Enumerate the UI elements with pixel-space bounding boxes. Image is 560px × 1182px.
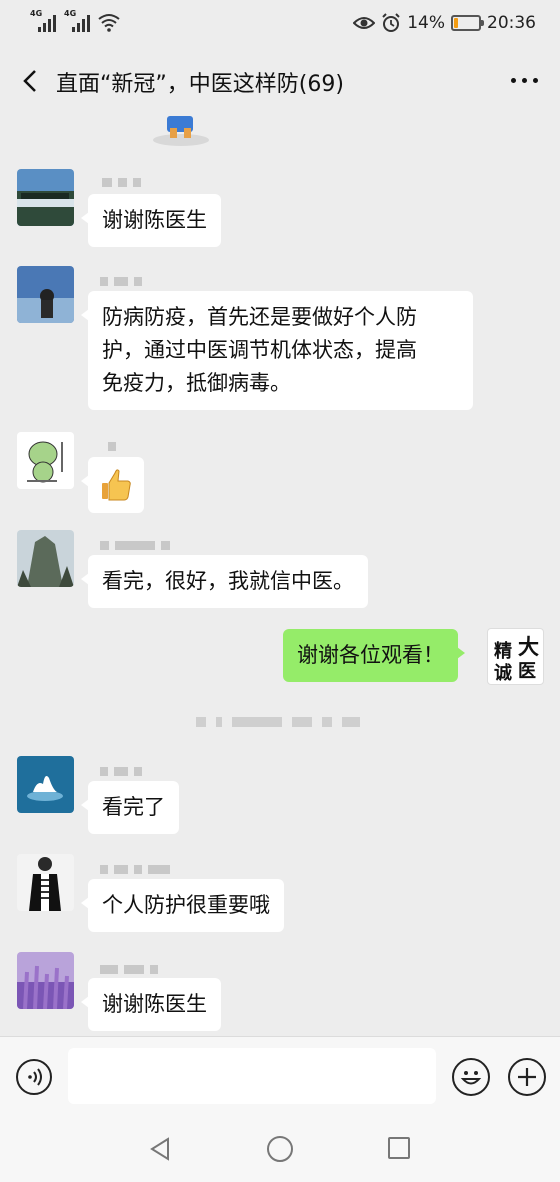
my-avatar[interactable]: 大 医 精 诚 [487,628,544,685]
avatar[interactable] [17,169,74,226]
message-list[interactable]: 谢谢陈医生 防病防疫，首先还是要做好个人防 护，通过中医调节机体状态，提高 免疫… [0,114,560,1036]
thumbs-up-icon [102,469,131,501]
signal-icon: 4G [64,9,90,32]
avatar[interactable] [17,854,74,911]
sender-name-blurred [108,441,116,451]
battery-icon [451,15,484,31]
my-avatar-char: 医 [518,661,536,682]
message-bubble[interactable] [81,457,144,513]
battery-fill [454,18,458,28]
my-message-bubble[interactable]: 谢谢各位观看！ [283,629,465,682]
chat-title: 直面“新冠”，中医这样防(69) [56,72,344,97]
voice-icon[interactable] [16,1059,52,1095]
wifi-icon [98,14,120,32]
system-nav-bar [0,1116,560,1182]
nav-home-icon[interactable] [267,1136,293,1162]
status-right: 14% 20:36 [353,13,536,33]
message-bubble[interactable]: 防病防疫，首先还是要做好个人防 护，通过中医调节机体状态，提高 免疫力，抵御病毒… [81,291,473,410]
sender-name-blurred [102,177,141,187]
sender-name-blurred [100,864,170,874]
sender-name-blurred [100,964,158,974]
chat-header: 直面“新冠”，中医这样防(69) [0,48,560,114]
avatar[interactable] [17,756,74,813]
nav-recent-icon[interactable] [388,1137,410,1159]
nav-back-icon[interactable] [148,1136,174,1162]
message-bubble[interactable]: 看完，很好，我就信中医。 [81,555,368,608]
clock: 20:36 [487,13,536,33]
sender-name-blurred [100,540,170,550]
sender-name-blurred [100,766,142,776]
sender-name-blurred [100,276,142,286]
avatar[interactable] [17,952,74,1009]
avatar[interactable] [17,432,74,489]
my-avatar-char: 诚 [494,663,512,684]
message-bubble[interactable]: 个人防护很重要哦 [81,879,284,932]
chevron-left-icon[interactable] [16,66,46,96]
status-left: 4G 4G [30,9,120,32]
message-bubble[interactable]: 谢谢陈医生 [81,194,221,247]
sticker-image [153,116,209,146]
avatar[interactable] [17,530,74,587]
battery-percent: 14% [407,13,445,33]
message-bubble[interactable]: 谢谢陈医生 [81,978,221,1031]
more-dots-icon[interactable] [511,78,538,83]
status-bar: 4G 4G 14% 20:36 [0,0,560,48]
signal-icon: 4G [30,9,56,32]
input-bar [0,1036,560,1116]
alarm-icon [382,13,400,32]
avatar[interactable] [17,266,74,323]
system-notice-blurred [196,717,360,727]
message-bubble[interactable]: 看完了 [81,781,179,834]
plus-icon[interactable] [508,1058,546,1096]
message-input[interactable] [68,1048,436,1104]
emoji-icon[interactable] [452,1058,490,1096]
eye-icon [353,17,376,29]
